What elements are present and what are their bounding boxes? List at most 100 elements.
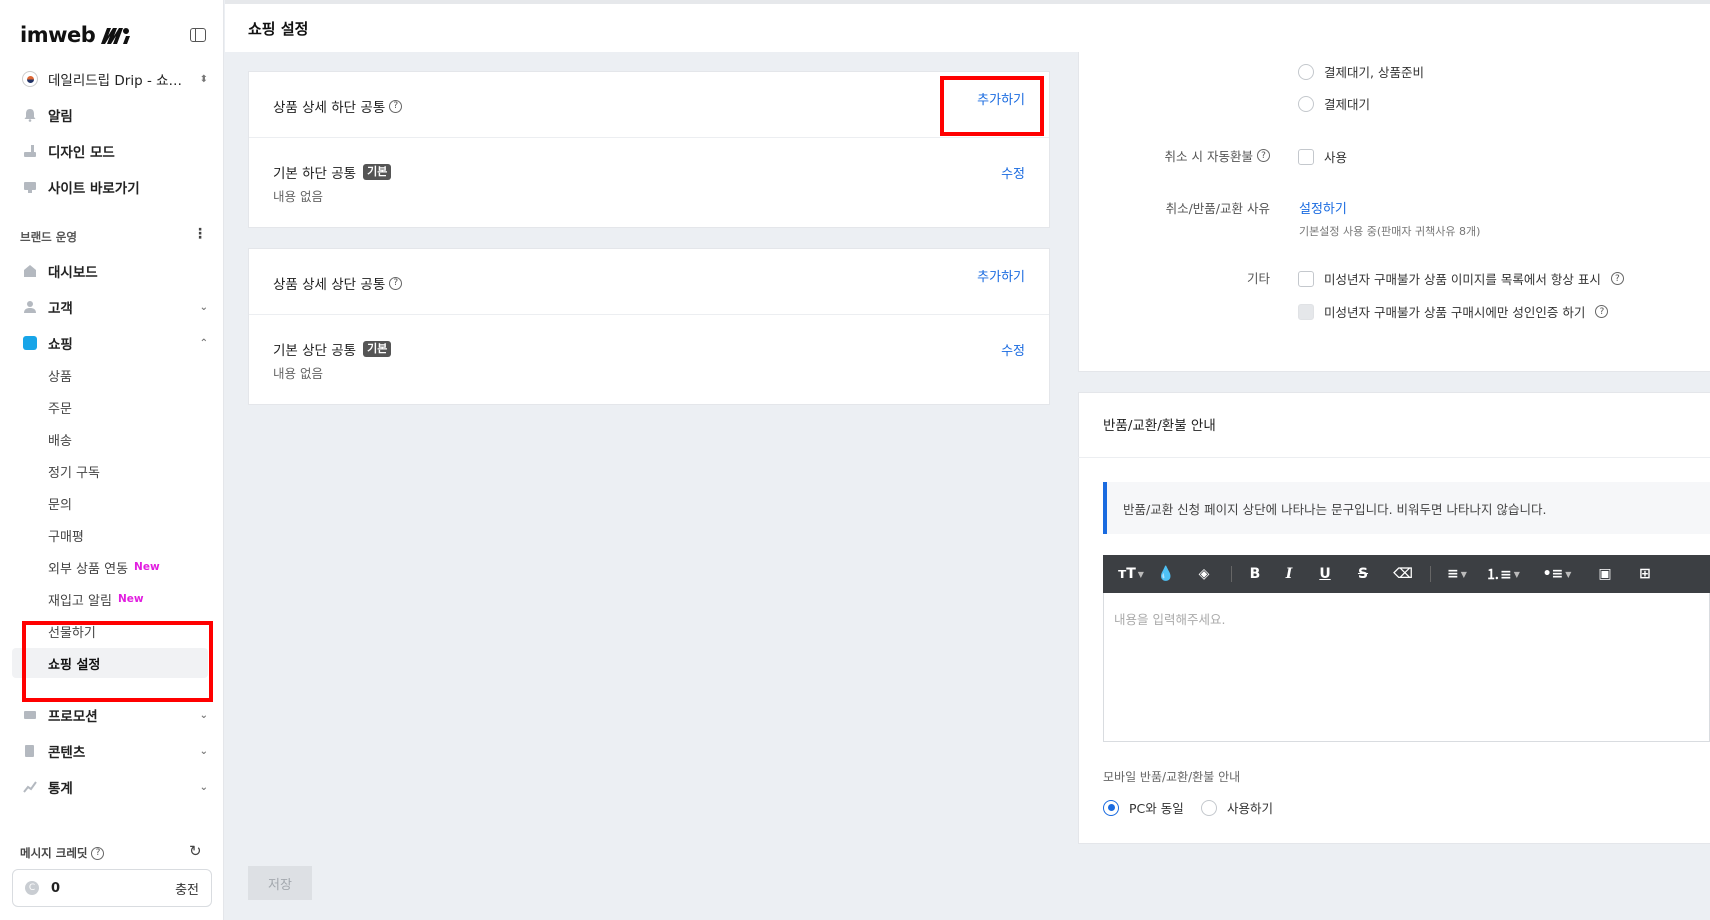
sub-item-external-products[interactable]: 외부 상품 연동 New <box>48 555 208 579</box>
option-label: 사용하기 <box>1227 801 1274 816</box>
chevron-down-icon: ⌄ <box>199 745 208 757</box>
sub-item-label: 상품 <box>48 369 72 385</box>
help-icon[interactable]: ? <box>1595 305 1609 318</box>
nav-promotion[interactable]: 프로모션 ⌄ <box>22 702 208 728</box>
nav-stats-label: 통계 <box>48 781 73 797</box>
imweb-logo[interactable]: imweb <box>20 23 133 47</box>
sub-item-products[interactable]: 상품 <box>48 363 208 387</box>
logo-row: imweb <box>20 20 206 50</box>
nav-design-mode[interactable]: 디자인 모드 <box>22 138 208 164</box>
radio-button-selected[interactable] <box>1103 799 1119 816</box>
sub-item-shopping-settings[interactable]: 쇼핑 설정 <box>12 648 208 678</box>
shopping-bag-icon <box>23 336 37 350</box>
sidebar: imweb 데일리드립 Drip - 쇼… ⬍ 알림 디자인 모드 사이트 바로… <box>0 0 224 920</box>
editor-toolbar: тT ▼ 💧 ◈ B I U S ⌫ ≡ ▼ ⒈≡ ▼ •≡ ▼ ▣ ⊞ <box>1103 555 1710 593</box>
sidebar-toggle-icon[interactable] <box>190 28 206 42</box>
checkbox[interactable] <box>1298 148 1314 165</box>
align-icon[interactable]: ≡ ▼ <box>1437 555 1477 593</box>
message-credit-label: 메시지 크레딧 ? <box>20 845 105 861</box>
card-title-text: 상품 상세 상단 공통 <box>273 277 386 293</box>
nav-shopping[interactable]: 쇼핑 ⌃ <box>22 330 208 356</box>
auto-refund-label-text: 취소 시 자동환불 <box>1164 149 1253 164</box>
card-top-common: 상품 상세 상단 공통 ? 추가하기 기본 상단 공통 기본 내용 없음 수정 <box>248 248 1050 405</box>
status-option-1[interactable]: 결제대기, 상품준비 <box>1298 62 1424 81</box>
credit-label-text: 메시지 크레딧 <box>20 846 88 860</box>
nav-alerts[interactable]: 알림 <box>22 102 208 128</box>
divider <box>1078 457 1710 458</box>
bullet-list-icon[interactable]: •≡ ▼ <box>1529 555 1585 593</box>
bold-icon[interactable]: B <box>1238 555 1272 593</box>
nav-contents[interactable]: 콘텐츠 ⌄ <box>22 738 208 764</box>
logo-mark-icon <box>101 28 131 44</box>
add-button[interactable]: 추가하기 <box>977 266 1025 285</box>
logo-text: imweb <box>20 23 96 47</box>
chevron-down-icon: ⌄ <box>199 709 208 721</box>
radio-button[interactable] <box>1298 63 1314 80</box>
edit-document-icon <box>22 743 38 759</box>
help-icon[interactable]: ? <box>91 846 105 860</box>
image-icon[interactable]: ▣ <box>1585 555 1625 593</box>
sub-item-subscription[interactable]: 정기 구독 <box>48 459 208 483</box>
charge-button[interactable]: 충전 <box>175 879 199 898</box>
brush-icon <box>22 143 38 159</box>
strikethrough-icon[interactable]: S <box>1344 555 1382 593</box>
edit-button[interactable]: 수정 <box>1001 163 1025 182</box>
nav-dashboard-label: 대시보드 <box>48 265 98 281</box>
radio-button[interactable] <box>1298 95 1314 112</box>
edit-button[interactable]: 수정 <box>1001 340 1025 359</box>
help-icon[interactable]: ? <box>389 276 403 290</box>
korea-flag-icon <box>22 71 38 87</box>
sub-item-inquiry[interactable]: 문의 <box>48 491 208 515</box>
sub-item-restock-alert[interactable]: 재입고 알림 New <box>48 587 208 611</box>
numbered-list-icon[interactable]: ⒈≡ ▼ <box>1477 555 1529 593</box>
radio-button[interactable] <box>1201 799 1217 816</box>
default-badge: 기본 <box>363 341 392 357</box>
sub-item-gift[interactable]: 선물하기 <box>48 619 208 643</box>
mobile-option-same[interactable]: PC와 동일 <box>1103 798 1184 817</box>
help-icon[interactable]: ? <box>1257 149 1270 162</box>
underline-icon[interactable]: U <box>1306 555 1344 593</box>
italic-icon[interactable]: I <box>1272 555 1306 593</box>
card-header-row: 상품 상세 상단 공통 ? 추가하기 <box>249 249 1049 315</box>
bell-icon <box>22 107 38 123</box>
save-button[interactable]: 저장 <box>248 866 312 900</box>
separator <box>1231 566 1232 582</box>
item-subtext: 내용 없음 <box>273 189 323 204</box>
sub-item-shipping[interactable]: 배송 <box>48 427 208 451</box>
option-label: 결제대기, 상품준비 <box>1324 65 1424 80</box>
eraser-icon[interactable]: ⌫ <box>1382 555 1424 593</box>
mobile-label: 모바일 반품/교환/환불 안내 <box>1103 770 1241 784</box>
font-size-icon[interactable]: тT ▼ <box>1113 555 1149 593</box>
mobile-option-use[interactable]: 사용하기 <box>1201 798 1273 817</box>
chevron-up-icon: ⌃ <box>199 337 208 349</box>
nav-stats[interactable]: 통계 ⌄ <box>22 774 208 800</box>
item-title-text: 기본 상단 공통 <box>273 343 357 359</box>
background-color-icon[interactable]: ◈ <box>1183 555 1225 593</box>
checkbox[interactable] <box>1298 303 1314 320</box>
table-icon[interactable]: ⊞ <box>1625 555 1665 593</box>
etc-option-2[interactable]: 미성년자 구매불가 상품 구매시에만 성인인증 하기 ? <box>1298 302 1609 321</box>
card-title: 상품 상세 상단 공통 ? <box>273 273 403 293</box>
help-icon[interactable]: ? <box>1610 272 1624 285</box>
nav-contents-label: 콘텐츠 <box>48 745 86 761</box>
etc-option-1[interactable]: 미성년자 구매불가 상품 이미지를 목록에서 항상 표시 ? <box>1298 269 1624 288</box>
sub-item-label: 배송 <box>48 433 72 449</box>
sub-item-reviews[interactable]: 구매평 <box>48 523 208 547</box>
nav-customer[interactable]: 고객 ⌄ <box>22 294 208 320</box>
nav-shopping-label: 쇼핑 <box>48 337 73 353</box>
nav-site-shortcut[interactable]: 사이트 바로가기 <box>22 174 208 200</box>
site-selector[interactable]: 데일리드립 Drip - 쇼… ⬍ <box>22 66 208 92</box>
help-icon[interactable]: ? <box>389 99 403 113</box>
status-option-2[interactable]: 결제대기 <box>1298 94 1370 113</box>
content-editor[interactable]: 내용을 입력해주세요. <box>1103 593 1710 742</box>
etc-label: 기타 <box>1246 271 1270 286</box>
text-color-icon[interactable]: 💧 <box>1149 555 1183 593</box>
nav-dashboard[interactable]: 대시보드 <box>22 258 208 284</box>
sub-item-orders[interactable]: 주문 <box>48 395 208 419</box>
auto-refund-option[interactable]: 사용 <box>1298 147 1347 166</box>
checkbox[interactable] <box>1298 270 1314 287</box>
reason-settings-link[interactable]: 설정하기 <box>1299 198 1347 217</box>
add-button[interactable]: 추가하기 <box>977 89 1025 108</box>
refresh-icon[interactable]: ↻ <box>189 842 202 860</box>
kebab-menu-icon[interactable]: ⋮ <box>193 226 207 242</box>
